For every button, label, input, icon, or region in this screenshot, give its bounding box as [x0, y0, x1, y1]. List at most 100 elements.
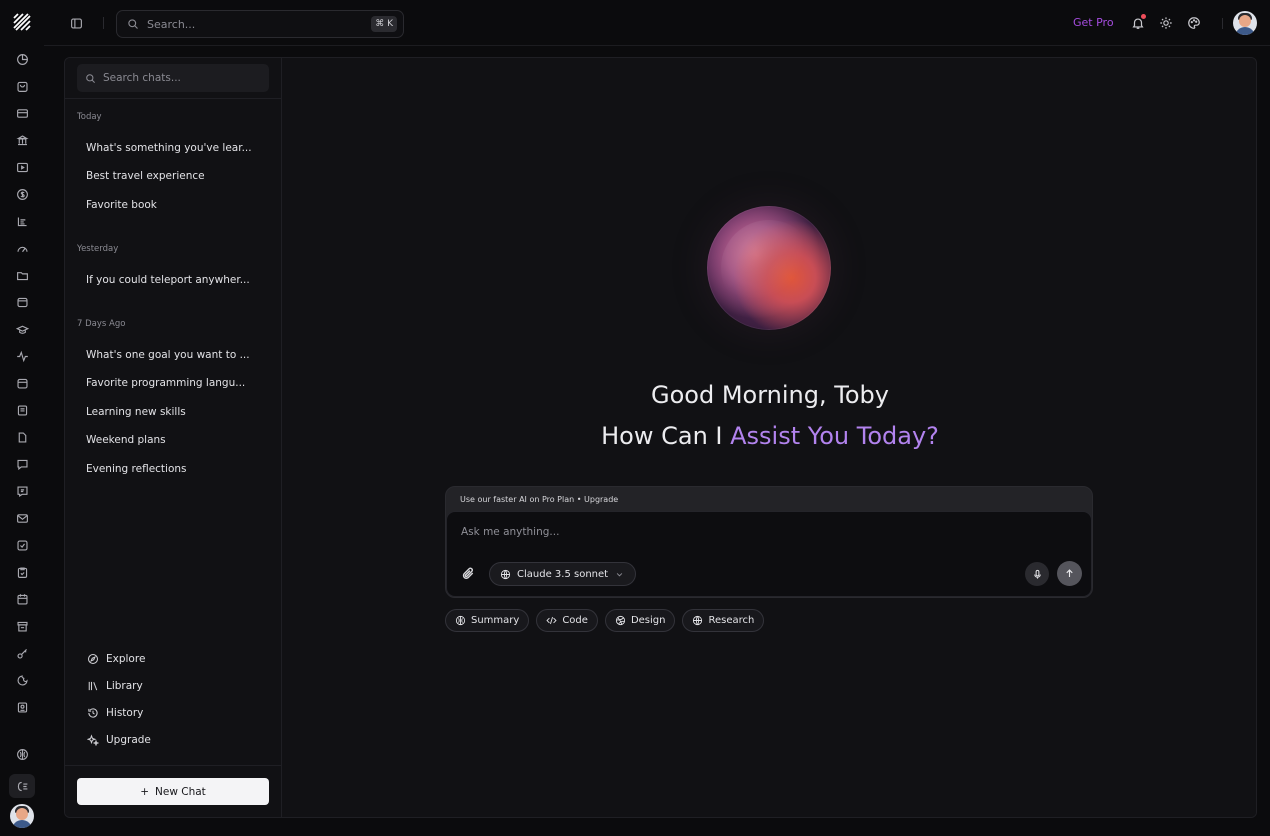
microphone-button[interactable] [1025, 562, 1049, 586]
notification-dot [1141, 14, 1146, 19]
message-square-icon[interactable] [10, 478, 34, 505]
ai-brain-icon[interactable] [10, 741, 34, 768]
search-chats-placeholder: Search chats... [103, 72, 181, 84]
wallet-icon[interactable] [10, 289, 34, 316]
search-chats-input[interactable]: Search chats... [77, 64, 269, 92]
key-icon[interactable] [10, 640, 34, 667]
chip-code[interactable]: Code [536, 609, 598, 632]
chip-design[interactable]: Design [604, 609, 676, 632]
chip-research[interactable]: Research [682, 609, 765, 632]
chat-item[interactable]: Favorite book [86, 199, 157, 211]
calendar-icon[interactable] [10, 370, 34, 397]
composer-input-area: Ask me anything... Claude 3.5 sonnet [446, 511, 1092, 597]
get-pro-link[interactable]: Get Pro [1073, 16, 1114, 29]
mail-icon[interactable] [10, 505, 34, 532]
bell-icon[interactable] [1129, 14, 1147, 32]
greeting-title: Good Morning, Toby [651, 381, 889, 409]
shortcut-badge: ⌘ K [371, 16, 397, 32]
model-name: Claude 3.5 sonnet [517, 568, 609, 580]
document-icon[interactable] [10, 397, 34, 424]
checkbox-icon[interactable] [10, 532, 34, 559]
sun-icon[interactable] [1157, 14, 1175, 32]
dribbble-icon [615, 615, 626, 626]
chat-item[interactable]: Evening reflections [86, 463, 187, 475]
nav-upgrade-label: Upgrade [106, 734, 151, 746]
group-label-yesterday: Yesterday [77, 244, 119, 254]
profile-avatar[interactable] [1233, 11, 1257, 35]
assistant-orb [707, 206, 831, 330]
chevron-down-icon [616, 572, 623, 577]
chat-item[interactable]: What's one goal you want to ... [86, 349, 250, 361]
new-chat-button[interactable]: + New Chat [77, 778, 269, 805]
id-badge-icon[interactable] [10, 694, 34, 721]
divider [1222, 18, 1223, 29]
nav-library-label: Library [106, 680, 143, 692]
code-icon [546, 616, 557, 625]
message-input[interactable]: Ask me anything... [461, 526, 559, 538]
new-chat-label: New Chat [155, 785, 206, 798]
search-icon [86, 73, 95, 83]
user-avatar[interactable] [10, 804, 34, 828]
bank-icon[interactable] [10, 127, 34, 154]
nav-upgrade[interactable]: Upgrade [87, 734, 151, 746]
file-icon[interactable] [10, 424, 34, 451]
divider [65, 98, 282, 99]
folder-icon[interactable] [10, 262, 34, 289]
group-label-week: 7 Days Ago [77, 319, 126, 329]
compass-icon [87, 653, 99, 665]
chat-item[interactable]: Best travel experience [86, 170, 205, 182]
chip-label: Code [562, 615, 588, 626]
chat-content: Good Morning, Toby How Can I Assist You … [282, 58, 1256, 817]
cookie-icon[interactable] [10, 667, 34, 694]
chat-item[interactable]: Learning new skills [86, 406, 186, 418]
search-placeholder: Search... [147, 17, 196, 31]
brain-icon [455, 615, 466, 626]
store-icon[interactable] [10, 613, 34, 640]
app-window: Search... ⌘ K Get Pro Search chats... To… [0, 0, 1270, 836]
divider [103, 17, 104, 29]
nav-history[interactable]: History [87, 707, 143, 719]
calendar-date-icon[interactable] [10, 586, 34, 613]
paperclip-icon[interactable] [461, 566, 477, 582]
search-icon [128, 19, 138, 29]
pro-plan-promo[interactable]: Use our faster AI on Pro Plan • Upgrade [460, 495, 618, 504]
activity-icon[interactable] [10, 343, 34, 370]
list-icon[interactable] [10, 208, 34, 235]
arrow-up-icon [1066, 569, 1073, 577]
chat-item[interactable]: What's something you've lear... [86, 142, 252, 154]
ai-chat-icon[interactable] [9, 774, 35, 798]
greeting-prefix: How Can I [601, 422, 731, 450]
chat-item[interactable]: Favorite programming langu... [86, 377, 245, 389]
chip-label: Design [630, 615, 666, 626]
clipboard-icon[interactable] [10, 559, 34, 586]
main-panel: Search chats... Today What's something y… [64, 57, 1257, 818]
group-label-today: Today [77, 112, 102, 122]
model-selector[interactable]: Claude 3.5 sonnet [489, 562, 637, 586]
nav-explore[interactable]: Explore [87, 653, 145, 665]
chat-item[interactable]: If you could teleport anywher... [86, 274, 250, 286]
nav-history-label: History [106, 707, 144, 719]
dollar-icon[interactable] [10, 181, 34, 208]
composer: Use our faster AI on Pro Plan • Upgrade … [445, 486, 1093, 598]
divider [65, 765, 282, 766]
library-icon [88, 681, 98, 691]
shopping-bag-icon[interactable] [10, 73, 34, 100]
global-search-input[interactable]: Search... ⌘ K [116, 10, 404, 38]
top-bar: Search... ⌘ K Get Pro [44, 0, 1270, 46]
sidebar-toggle-icon[interactable] [66, 13, 86, 33]
gauge-icon[interactable] [10, 235, 34, 262]
logo-icon[interactable] [8, 8, 36, 36]
chip-label: Research [708, 615, 755, 626]
analytics-icon[interactable] [10, 46, 34, 73]
video-folder-icon[interactable] [10, 154, 34, 181]
nav-library[interactable]: Library [87, 680, 143, 692]
credit-card-icon[interactable] [10, 100, 34, 127]
graduation-cap-icon[interactable] [10, 316, 34, 343]
chat-bubble-icon[interactable] [10, 451, 34, 478]
chip-summary[interactable]: Summary [445, 609, 530, 632]
plus-icon: + [140, 785, 150, 798]
chat-item[interactable]: Weekend plans [86, 434, 166, 446]
send-button[interactable] [1057, 561, 1082, 586]
globe-icon [693, 615, 703, 626]
palette-icon[interactable] [1185, 14, 1203, 32]
